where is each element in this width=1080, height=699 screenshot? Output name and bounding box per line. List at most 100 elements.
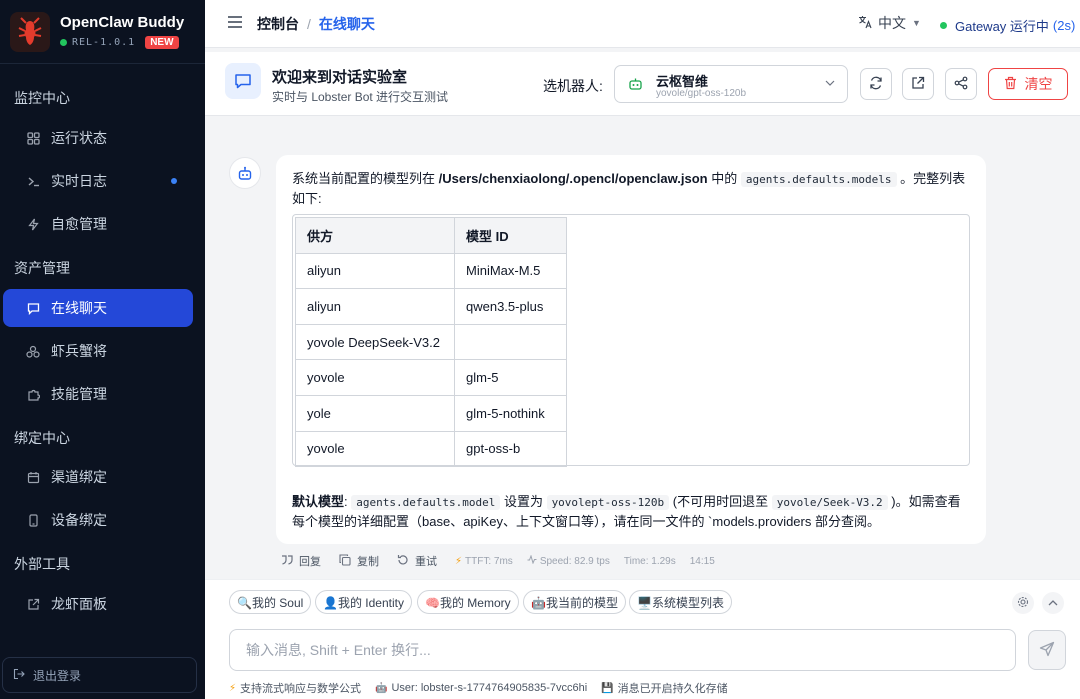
inline-code: yovolept-oss-120b [546, 495, 670, 510]
send-button[interactable] [1028, 630, 1066, 670]
sidebar-item-live-logs[interactable]: 实时日志 [3, 162, 193, 200]
table-row: yovole DeepSeek-V3.2 [295, 323, 567, 361]
sidebar-item-skills[interactable]: 技能管理 [3, 375, 193, 413]
inline-code: agents.defaults.model [351, 495, 501, 510]
model-table: 供方 模型 ID aliyun MiniMax-M.5 aliyun qwen3.5… [295, 217, 567, 468]
sidebar-item-self-heal[interactable]: 自愈管理 [3, 205, 193, 243]
nav-group-external: 外部工具 [14, 556, 70, 572]
sidebar-item-online-chat[interactable]: 在线聊天 [3, 289, 193, 327]
persist-text: 消息已开启持久化存储 [617, 683, 728, 695]
nav-group-monitor: 监控中心 [14, 90, 70, 106]
gateway-online-indicator [940, 22, 947, 29]
robot-model: yovole/gpt-oss-120b [656, 88, 747, 99]
quick-chip-model-list[interactable]: 🖥️系统模型列表 [629, 590, 732, 614]
streaming-text: 支持流式响应与数学公式 [240, 683, 362, 695]
copy-button[interactable]: 复制 [339, 553, 379, 569]
time-value: Time: 1.29s [623, 555, 676, 567]
collapse-button[interactable] [1042, 592, 1064, 614]
robot-icon [628, 77, 643, 94]
sidebar-item-label: 龙虾面板 [51, 596, 107, 612]
quote-icon [281, 554, 293, 568]
cell-provider: aliyun [295, 288, 455, 325]
composer-footer: ⚡ 支持流式响应与数学公式 🤖 User: lobster-s-17747649… [229, 680, 742, 696]
open-external-button[interactable] [902, 68, 934, 100]
sidebar-item-label: 设备绑定 [51, 512, 107, 528]
top-bar: 控制台 / 在线聊天 中文 ▼ Gateway 运行中 (2s) [205, 0, 1080, 48]
refresh-button[interactable] [860, 68, 892, 100]
intro-text: 系统当前配置的模型列在 [292, 171, 439, 186]
retry-button[interactable]: 重试 [397, 553, 437, 569]
message-actions: 回复 复制 重试 ⚡ TTFT: 7ms Speed: 82.9 tps Tim… [281, 553, 729, 569]
unread-dot [171, 178, 177, 184]
cell-provider: yovole DeepSeek-V3.2 [295, 323, 455, 361]
speed-value: Speed: 82.9 tps [539, 555, 610, 567]
sidebar-item-label: 实时日志 [51, 173, 107, 189]
chip-label: 🤖我当前的模型 [531, 595, 618, 610]
breadcrumb-current: 在线聊天 [318, 15, 375, 32]
reply-button[interactable]: 回复 [281, 553, 321, 569]
sidebar-item-channel-binding[interactable]: 渠道绑定 [3, 458, 193, 496]
ttft-value: TTFT: 7ms [465, 555, 513, 567]
language-switcher[interactable]: 中文 ▼ [858, 13, 921, 33]
robot-select[interactable]: 云枢智维 yovole/gpt-oss-120b [614, 65, 848, 103]
chip-label: 🖥️系统模型列表 [637, 595, 724, 610]
message-input[interactable] [229, 629, 1016, 671]
default-text: 设置为 [500, 494, 547, 509]
sidebar-item-label: 在线聊天 [51, 300, 107, 316]
clear-button[interactable]: 清空 [988, 68, 1068, 100]
send-icon [1039, 641, 1055, 660]
chat-subtitle: 实时与 Lobster Bot 进行交互测试 [272, 90, 449, 104]
logout-button[interactable]: 退出登录 [2, 657, 197, 693]
table-row: yole glm-5-nothink [295, 394, 567, 432]
gateway-status-text: Gateway 运行中 [955, 19, 1049, 34]
chat-title: 欢迎来到对话实验室 [272, 69, 408, 86]
robot-icon: 🤖 [375, 682, 388, 694]
sidebar: OpenClaw Buddy REL-1.0.1 NEW 监控中心 运行状态 实… [0, 0, 205, 699]
cell-provider: yovole [295, 359, 455, 396]
quick-chip-current-model[interactable]: 🤖我当前的模型 [523, 590, 626, 614]
quick-chip-memory[interactable]: 🧠我的 Memory [417, 590, 519, 614]
brand-header: OpenClaw Buddy REL-1.0.1 NEW [0, 0, 205, 64]
inline-code: agents.defaults.models [740, 172, 897, 187]
chevron-up-icon [1048, 598, 1058, 609]
sidebar-item-device-binding[interactable]: 设备绑定 [3, 501, 193, 539]
breadcrumb-root[interactable]: 控制台 [257, 14, 299, 34]
chip-label: 👤我的 Identity [323, 595, 404, 610]
cell-provider: yovole [295, 430, 455, 468]
share-button[interactable] [945, 68, 977, 100]
quick-chip-soul[interactable]: 🔍我的 Soul [229, 590, 312, 614]
cell-model-id: MiniMax-M.5 [454, 252, 567, 290]
chat-header: 欢迎来到对话实验室 实时与 Lobster Bot 进行交互测试 选机器人: 云… [205, 52, 1080, 116]
cell-model-id [454, 323, 567, 361]
logout-label: 退出登录 [33, 668, 82, 683]
table-row: yovole glm-5 [295, 359, 567, 396]
settings-button[interactable] [1012, 592, 1034, 614]
message-default-model: 默认模型: agents.defaults.model 设置为 yovolept… [292, 492, 970, 531]
chip-label: 🧠我的 Memory [425, 595, 511, 610]
sidebar-item-label: 自愈管理 [51, 216, 107, 232]
sidebar-item-lobster-panel[interactable]: 龙虾面板 [3, 585, 193, 623]
column-header-model-id: 模型 ID [454, 217, 567, 254]
message-intro: 系统当前配置的模型列在 /Users/chenxiaolong/.opencl/… [292, 169, 970, 208]
quick-chip-identity[interactable]: 👤我的 Identity [315, 590, 412, 614]
default-model-label: 默认模型 [292, 494, 345, 509]
cell-model-id: glm-5-nothink [454, 394, 567, 432]
sidebar-item-label: 运行状态 [51, 130, 107, 146]
sidebar-item-run-status[interactable]: 运行状态 [3, 119, 193, 157]
sidebar-item-label: 虾兵蟹将 [51, 343, 107, 359]
streaming-info: ⚡ 支持流式响应与数学公式 [229, 680, 361, 696]
grid-icon [25, 131, 41, 145]
trash-icon [1004, 76, 1017, 93]
refresh-icon [869, 76, 883, 93]
share-icon [954, 76, 968, 93]
composer: 🔍我的 Soul 👤我的 Identity 🧠我的 Memory 🤖我当前的模型… [205, 579, 1080, 699]
table-row: aliyun MiniMax-M.5 [295, 252, 567, 290]
intro-text: 中的 [707, 171, 741, 186]
menu-toggle-icon[interactable] [227, 13, 243, 34]
lobster-logo-icon [10, 11, 50, 52]
cell-provider: yole [295, 394, 455, 432]
sidebar-item-bots[interactable]: 虾兵蟹将 [3, 332, 193, 370]
floppy-disk-icon: 💾 [601, 682, 614, 694]
robot-select-label: 选机器人: [543, 78, 603, 94]
breadcrumb: 控制台 / 在线聊天 [257, 14, 375, 34]
